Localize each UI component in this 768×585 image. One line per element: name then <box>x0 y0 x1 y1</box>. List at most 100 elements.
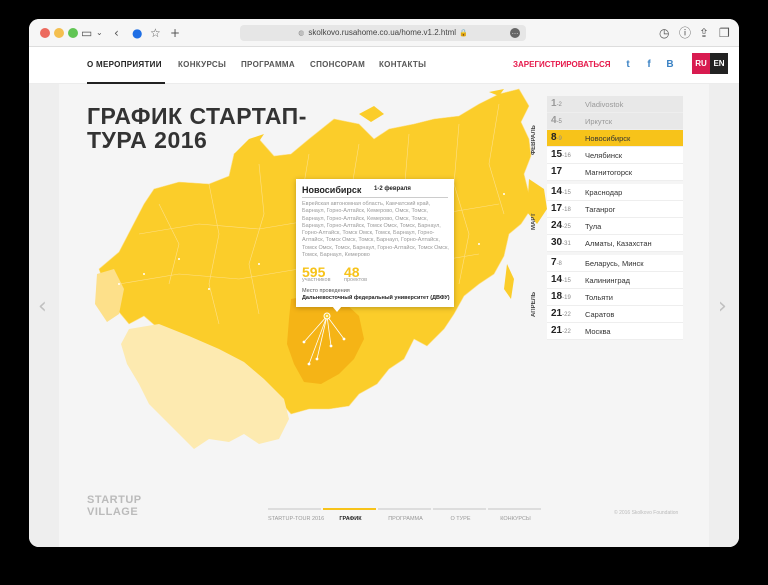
info-icon[interactable]: ⓘ <box>679 25 691 41</box>
footer-nav-bar <box>433 508 486 510</box>
schedule-day-end: -9 <box>556 136 562 142</box>
slide-stage: ГРАФИК СТАРТАП-ТУРА 2016 Новосибирск 1-2… <box>59 84 709 547</box>
schedule-day: 14-15 <box>551 186 571 197</box>
nav-sponsors[interactable]: СПОНСОРАМ <box>310 60 365 69</box>
nav-contests[interactable]: КОНКУРСЫ <box>178 60 226 69</box>
padlock-icon: 🔒 <box>459 30 468 37</box>
footer-nav-item[interactable]: ПРОГРАММА <box>378 516 433 522</box>
map-region-severnaya-zemlya <box>359 106 384 122</box>
history-icon[interactable]: ◷ <box>659 25 669 41</box>
vk-icon[interactable]: В <box>663 58 677 72</box>
popup-city: Новосибирск <box>302 185 362 195</box>
schedule-day-end: -19 <box>562 295 571 301</box>
schedule-row[interactable]: 1-2 Vladivostok <box>547 96 683 113</box>
lang-ru-button[interactable]: RU <box>692 53 710 74</box>
schedule-row[interactable]: 17 Магнитогорск <box>547 164 683 181</box>
nav-about[interactable]: О МЕРОПРИЯТИИ <box>87 60 162 69</box>
schedule-day-end: -2 <box>556 102 562 108</box>
register-link[interactable]: ЗАРЕГИСТРИРОВАТЬСЯ <box>513 60 610 69</box>
back-icon[interactable]: ‹ <box>114 25 119 41</box>
venue-label: Место проведения <box>302 288 350 294</box>
footer-nav-bar <box>378 508 431 510</box>
schedule-day-end: -15 <box>562 278 571 284</box>
schedule-day: 21-22 <box>551 325 571 336</box>
close-window-button[interactable] <box>40 28 50 38</box>
tabs-icon[interactable]: ❐ <box>719 25 730 41</box>
schedule-day-start: 18 <box>551 291 563 302</box>
schedule-row[interactable]: 21-22 Саратов <box>547 306 683 323</box>
schedule-row[interactable]: 15-16 Челябинск <box>547 147 683 164</box>
projects-label: проектов <box>344 277 368 283</box>
shield-icon[interactable]: ● <box>132 25 142 41</box>
schedule-city: Иркутск <box>585 117 613 126</box>
schedule-day-start: 14 <box>551 274 563 285</box>
footer-nav-item[interactable]: КОНКУРСЫ <box>488 516 543 522</box>
zoom-window-button[interactable] <box>68 28 78 38</box>
nav-contacts[interactable]: КОНТАКТЫ <box>379 60 426 69</box>
schedule-list: 1-2 Vladivostok 4-5 Иркутск 8-9 Новосибирск 15… <box>547 96 683 343</box>
footer-nav-item[interactable]: ГРАФИК <box>323 516 378 522</box>
schedule-day: 21-22 <box>551 308 571 319</box>
nav-program[interactable]: ПРОГРАММА <box>241 60 295 69</box>
schedule-city: Тольяти <box>585 293 613 302</box>
schedule-city: Калининград <box>585 276 631 285</box>
footer-nav-item[interactable]: STARTUP-TOUR 2016 <box>268 516 324 522</box>
schedule-row[interactable]: 21-22 Москва <box>547 323 683 340</box>
prev-slide-arrow[interactable]: ‹ <box>38 294 47 319</box>
schedule-row[interactable]: 17-18 Таганрог <box>547 201 683 218</box>
footer-nav-bar <box>488 508 541 510</box>
schedule-row[interactable]: 14-15 Краснодар <box>547 184 683 201</box>
schedule-day: 15-16 <box>551 149 571 160</box>
footer-nav-item[interactable]: О ТУРЕ <box>433 516 488 522</box>
schedule-city: Магнитогорск <box>585 168 633 177</box>
schedule-day: 17 <box>551 166 562 177</box>
popup-regions: Еврейская автономная область, Камчатский… <box>302 201 449 259</box>
minimize-window-button[interactable] <box>54 28 64 38</box>
schedule-day: 7-8 <box>551 257 562 268</box>
copyright: © 2016 Skolkovo Foundation <box>614 510 679 516</box>
schedule-day: 1-2 <box>551 98 562 109</box>
schedule-day: 14-15 <box>551 274 571 285</box>
schedule-day: 18-19 <box>551 291 571 302</box>
schedule-day-end: -16 <box>562 153 571 159</box>
new-tab-icon[interactable]: + <box>170 25 180 41</box>
popup-date: 1-2 февраля <box>374 186 411 192</box>
schedule-row[interactable]: 18-19 Тольяти <box>547 289 683 306</box>
schedule-group: 14-15 Краснодар 17-18 Таганрог 24-25 Тула 30-3… <box>547 184 683 252</box>
schedule-day-end: -15 <box>562 190 571 196</box>
more-options-icon[interactable]: … <box>510 28 520 38</box>
schedule-day-end: -18 <box>562 207 571 213</box>
startup-village-logo: STARTUP VILLAGE <box>87 494 142 518</box>
schedule-day-start: 15 <box>551 149 563 160</box>
sidebar-icon[interactable]: ▭ <box>81 25 92 41</box>
schedule-row[interactable]: 30-31 Алматы, Казахстан <box>547 235 683 252</box>
star-icon[interactable]: ☆ <box>150 25 161 41</box>
next-slide-arrow[interactable]: › <box>718 294 727 319</box>
schedule-day: 24-25 <box>551 220 571 231</box>
site-header: О МЕРОПРИЯТИИ КОНКУРСЫ ПРОГРАММА СПОНСОР… <box>29 47 739 84</box>
chevron-down-icon[interactable]: ⌄ <box>96 25 103 41</box>
logo-line-2: VILLAGE <box>87 506 139 518</box>
schedule-city: Краснодар <box>585 188 623 197</box>
schedule-city: Челябинск <box>585 151 623 160</box>
browser-window: ▭ ⌄ ‹ ● ☆ + ◍ skolkovo.rusahome.co.ua/hom… <box>29 19 739 547</box>
schedule-row[interactable]: 7-8 Беларусь, Минск <box>547 255 683 272</box>
lang-en-button[interactable]: EN <box>710 53 728 74</box>
month-labels: ФЕВРАЛЬ МАРТ АПРЕЛЬ <box>531 96 545 336</box>
map-marker-novosibirsk[interactable] <box>323 312 331 320</box>
address-bar[interactable]: ◍ skolkovo.rusahome.co.ua/home.v1.2.html 🔒… <box>240 25 526 41</box>
participants-label: участников <box>302 277 331 283</box>
schedule-day-start: 21 <box>551 308 563 319</box>
facebook-icon[interactable]: f <box>642 58 656 72</box>
schedule-row[interactable]: 4-5 Иркутск <box>547 113 683 130</box>
share-icon[interactable]: ⇪ <box>699 25 709 41</box>
schedule-row[interactable]: 24-25 Тула <box>547 218 683 235</box>
schedule-day-start: 21 <box>551 325 563 336</box>
popup-pointer <box>332 306 342 312</box>
twitter-icon[interactable]: t <box>621 58 635 72</box>
schedule-row[interactable]: 14-15 Калининград <box>547 272 683 289</box>
schedule-row[interactable]: 8-9 Новосибирск <box>547 130 683 147</box>
schedule-day-start: 30 <box>551 237 563 248</box>
page-title: ГРАФИК СТАРТАП-ТУРА 2016 <box>87 103 307 153</box>
logo-line-1: STARTUP <box>87 494 142 506</box>
